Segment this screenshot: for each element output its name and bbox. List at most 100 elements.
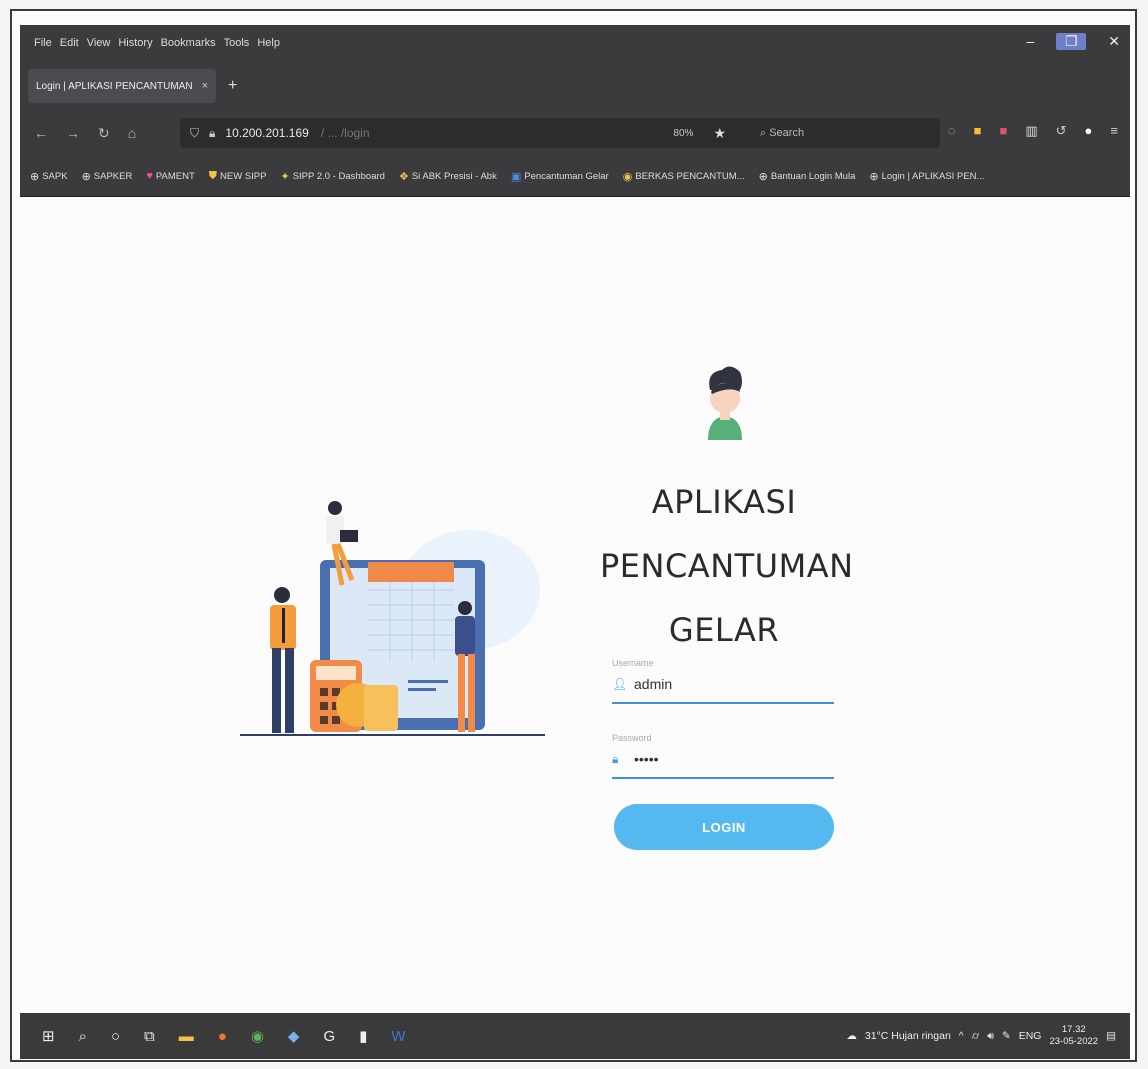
zoom-level[interactable]: 80% [673,128,693,139]
search-icon[interactable]: ⌕ [79,1028,87,1045]
tab-strip: Login | APLIKASI PENCANTUMAN × + [20,61,1130,111]
password-input[interactable] [634,751,824,767]
new-tab-button[interactable]: + [228,77,237,95]
finance-illustration [240,501,545,736]
lock-icon: 🔒︎ [209,125,216,140]
app-title-line-3: GELAR [668,611,780,649]
password-label: Password [612,733,652,743]
app-title-line-2: PENCANTUMAN [600,547,854,585]
login-button[interactable]: LOGIN [614,804,834,850]
menu-bookmarks[interactable]: Bookmarks [161,37,216,49]
bookmark-item[interactable]: ❖ Si ABK Presisi - Abk [399,170,497,183]
globe-icon: ⊕ [81,170,91,183]
password-underline [612,777,834,779]
clock-date: 23-05-2022 [1049,1036,1099,1047]
weather-icon[interactable]: ☁ [846,1030,857,1042]
file-explorer-icon[interactable]: ▬ [179,1028,194,1045]
globe-icon: ⊕ [869,170,879,183]
account-icon[interactable]: ● [1085,123,1093,139]
menu-history[interactable]: History [118,37,152,49]
home-icon[interactable]: ⌂ [128,125,136,142]
window-controls: – ❐ ✕ [1026,33,1120,50]
menu-tools[interactable]: Tools [224,37,250,49]
tab-close-icon[interactable]: × [202,80,208,92]
app-g-icon[interactable]: G [323,1028,335,1045]
library-icon[interactable]: ▥ [1025,123,1037,139]
bookmark-item[interactable]: ⊕ Bantuan Login Mula [759,170,856,183]
menu-view[interactable]: View [87,37,111,49]
heart-icon: ♥ [146,170,153,182]
app-icon: ▣ [510,170,522,183]
windows-taskbar: ⊞ ⌕ ○ ⧉ ▬ ● ◉ ◆ G ▮ W ☁ 31°C Hujan ringa… [20,1013,1130,1059]
bookmark-item[interactable]: ♥ PAMENT [146,170,194,182]
shield-icon: ⛉ [190,125,200,140]
maximize-icon[interactable]: ❐ [1056,33,1087,50]
address-bar[interactable]: ⛉ 🔒︎ 10.200.201.169 / ... /login 80% ★ ⌕… [180,118,940,148]
tab-title: Login | APLIKASI PENCANTUMAN [36,80,193,92]
extension-yellow-icon[interactable]: ■ [974,123,982,139]
chrome-icon[interactable]: ◉ [251,1027,264,1045]
cortana-icon[interactable]: ○ [111,1028,120,1045]
weather-text[interactable]: 31°C Hujan ringan [865,1030,951,1042]
hamburger-menu-icon[interactable]: ≡ [1110,123,1118,139]
reload-icon[interactable]: ↻ [98,125,110,142]
bookmark-item[interactable]: ⊕ Login | APLIKASI PEN... [869,170,984,183]
notifications-icon[interactable]: ▤ [1106,1030,1116,1042]
username-field: Username 👤︎ [612,658,834,704]
folder-icon: ❖ [398,170,409,183]
username-underline [612,702,834,704]
url-path-text: / ... /login [320,126,370,140]
extension-red-icon[interactable]: ■ [999,123,1007,139]
user-avatar-icon [708,366,742,440]
app-title: APLIKASI PENCANTUMAN GELAR [600,470,854,662]
clock[interactable]: 17.32 23-05-2022 [1049,1024,1098,1048]
doc-icon: ◉ [622,170,633,183]
bookmark-item[interactable]: ⊕ SAPK [30,170,68,183]
bookmark-item[interactable]: ✦ SIPP 2.0 - Dashboard [280,170,384,183]
star-icon: ✦ [280,170,290,183]
search-placeholder: Search [769,126,805,139]
close-icon[interactable]: ✕ [1108,33,1120,50]
windows-start-icon[interactable]: ⊞ [42,1027,55,1045]
lock-icon: 🔒︎ [612,751,619,766]
task-view-icon[interactable]: ⧉ [144,1028,155,1045]
network-icon[interactable]: ⌭ [972,1030,980,1043]
firefox-icon[interactable]: ● [218,1028,227,1045]
pocket-icon[interactable]: ◌ [948,123,956,139]
menu-bar: File Edit View History Bookmarks Tools H… [20,25,1130,61]
bookmark-item[interactable]: ◉ BERKAS PENCANTUM... [623,170,745,183]
url-text: 10.200.201.169 [225,126,309,140]
bookmark-item[interactable]: ▣ Pencantuman Gelar [511,170,609,183]
show-hidden-icons[interactable]: ^ [959,1030,964,1042]
username-input[interactable] [634,676,824,692]
search-box[interactable]: ⌕ Search [760,127,930,140]
minimize-icon[interactable]: – [1026,33,1034,50]
navigation-toolbar: ← → ↻ ⌂ ⛉ 🔒︎ 10.200.201.169 / ... /login… [20,111,1130,155]
menu-edit[interactable]: Edit [60,37,79,49]
app-title-line-1: APLIKASI [651,483,797,521]
app-file-icon[interactable]: ▮ [359,1027,367,1045]
extension-icons: ◌ ■ ■ ▥ ↺ ● ≡ [948,123,1118,139]
bookmarks-toolbar: ⊕ SAPK ⊕ SAPKER ♥ PAMENT ⛊ NEW SIPP ✦ SIPP 2.… [20,157,1130,195]
user-icon: 👤︎ [612,677,628,691]
password-field: Password 🔒︎ [612,733,834,779]
clock-time: 17.32 [1061,1024,1086,1035]
bookmark-item[interactable]: ⛊ NEW SIPP [209,170,267,183]
sync-icon[interactable]: ↺ [1056,123,1067,139]
forward-icon[interactable]: → [66,125,80,142]
volume-icon[interactable]: 🔊︎ [987,1030,994,1043]
globe-icon: ⊕ [30,170,40,183]
pen-icon[interactable]: ✎ [1002,1030,1011,1042]
username-label: Username [612,658,654,668]
word-icon[interactable]: W [391,1028,405,1045]
bookmark-star-icon[interactable]: ★ [713,125,726,142]
menu-file[interactable]: File [34,37,52,49]
menu-help[interactable]: Help [257,37,280,49]
app-blue-icon[interactable]: ◆ [288,1027,300,1045]
bookmark-item[interactable]: ⊕ SAPKER [82,170,133,183]
globe-icon: ⊕ [758,170,768,183]
browser-window-chrome: File Edit View History Bookmarks Tools H… [20,25,1130,197]
language-indicator[interactable]: ENG [1019,1030,1042,1042]
back-icon[interactable]: ← [34,125,48,142]
tab-login[interactable]: Login | APLIKASI PENCANTUMAN × [28,69,216,103]
